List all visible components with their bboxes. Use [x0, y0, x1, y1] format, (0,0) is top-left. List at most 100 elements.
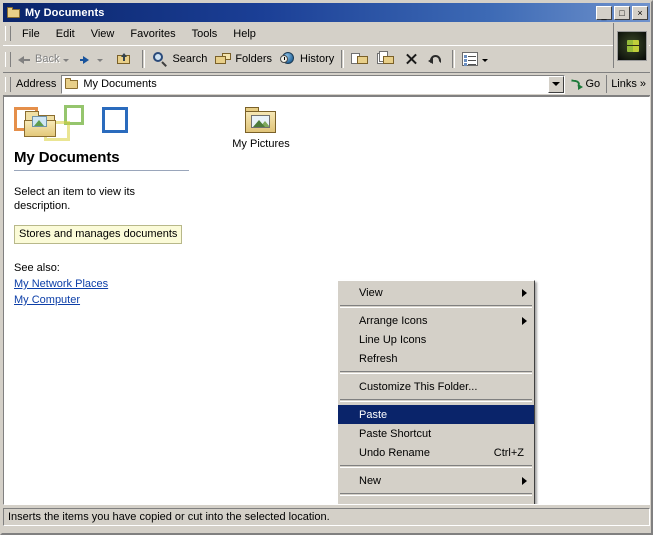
context-menu-item-properties[interactable]: Properties	[338, 499, 534, 505]
undo-button[interactable]	[423, 48, 449, 70]
context-menu-item-label: Paste Shortcut	[359, 427, 432, 440]
context-menu-item-label: Undo Rename	[359, 446, 430, 459]
context-menu-item-label: Line Up Icons	[359, 333, 427, 346]
history-label: History	[300, 53, 335, 65]
views-icon	[462, 52, 479, 66]
search-icon	[152, 51, 169, 67]
my-documents-banner-icon	[14, 105, 132, 145]
list-item-label: My Pictures	[232, 138, 290, 150]
context-menu-item-paste[interactable]: Paste	[338, 405, 534, 424]
panel-divider	[14, 170, 189, 171]
status-text: Inserts the items you have copied or cut…	[3, 508, 650, 526]
go-label: Go	[585, 78, 601, 90]
address-input[interactable]: My Documents	[61, 74, 565, 94]
delete-button[interactable]	[399, 48, 423, 70]
history-icon	[280, 51, 297, 67]
title-bar[interactable]: My Documents _ □ ×	[3, 3, 650, 22]
window-controls: _ □ ×	[596, 5, 648, 20]
chevron-down-icon	[551, 82, 560, 86]
address-dropdown-button[interactable]	[547, 75, 564, 93]
info-panel: My Documents Select an item to view its …	[4, 97, 204, 504]
go-button[interactable]: Go	[565, 77, 607, 91]
search-button[interactable]: Search	[148, 48, 211, 70]
context-menu-item-view[interactable]: View	[338, 283, 534, 302]
toolbar: Back Search Folders History	[3, 23, 650, 73]
forward-button[interactable]	[75, 48, 109, 70]
address-value: My Documents	[83, 78, 157, 90]
toolbar-grip[interactable]	[5, 51, 11, 67]
menu-item-edit[interactable]: Edit	[48, 25, 83, 43]
search-label: Search	[172, 53, 208, 65]
menu-item-tools[interactable]: Tools	[184, 25, 226, 43]
move-to-button[interactable]	[347, 48, 373, 70]
context-menu-item-label: Refresh	[359, 352, 398, 365]
pictures-folder-icon	[244, 105, 278, 135]
context-menu[interactable]: View Arrange Icons Line Up Icons Refresh…	[337, 280, 535, 505]
explorer-window: My Documents _ □ × File Edit View Favori…	[0, 0, 653, 535]
context-menu-item-label: Paste	[359, 408, 388, 421]
copy-to-icon	[377, 51, 395, 67]
submenu-arrow-icon	[522, 476, 527, 485]
menu-bar: File Edit View Favorites Tools Help	[3, 23, 650, 45]
minimize-button[interactable]: _	[596, 5, 612, 20]
folder-icon	[64, 77, 80, 91]
address-grip[interactable]	[5, 76, 11, 92]
context-menu-separator	[340, 305, 532, 308]
toolbar-separator	[341, 50, 345, 68]
chevron-down-icon[interactable]	[482, 58, 489, 62]
arrow-right-icon	[79, 53, 93, 65]
chevron-down-icon[interactable]	[97, 58, 104, 62]
history-button[interactable]: History	[276, 48, 338, 70]
links-label: Links	[611, 78, 637, 90]
menu-item-help[interactable]: Help	[225, 25, 264, 43]
window-title: My Documents	[25, 6, 105, 19]
menu-item-file[interactable]: File	[14, 25, 48, 43]
status-bar: Inserts the items you have copied or cut…	[3, 507, 650, 527]
context-menu-item-label: Properties	[359, 503, 409, 505]
toolbar-separator	[452, 50, 456, 68]
links-button[interactable]: Links »	[606, 75, 650, 93]
views-button[interactable]	[458, 48, 494, 70]
context-menu-item-label: Customize This Folder...	[359, 380, 478, 393]
menu-item-view[interactable]: View	[83, 25, 123, 43]
link-my-computer[interactable]: My Computer	[14, 294, 80, 306]
folders-icon	[215, 52, 232, 67]
context-menu-item-label: New	[359, 474, 382, 487]
address-bar: Address My Documents Go Links »	[3, 73, 650, 96]
panel-tooltip: Stores and manages documents	[14, 225, 183, 244]
list-item[interactable]: My Pictures	[220, 105, 302, 151]
panel-description: Select an item to view its description.	[14, 186, 136, 212]
up-button[interactable]	[109, 48, 139, 70]
close-icon: ×	[637, 7, 643, 18]
context-menu-item-refresh[interactable]: Refresh	[338, 349, 534, 368]
copy-to-button[interactable]	[373, 48, 399, 70]
toolbar-separator	[142, 50, 146, 68]
windows-logo-animation	[613, 23, 649, 68]
context-menu-item-new[interactable]: New	[338, 471, 534, 490]
context-menu-item-label: Arrange Icons	[359, 314, 428, 327]
context-menu-item-arrange-icons[interactable]: Arrange Icons	[338, 311, 534, 330]
menu-item-favorites[interactable]: Favorites	[122, 25, 183, 43]
chevron-double-right-icon: »	[639, 78, 646, 90]
back-button[interactable]: Back	[14, 48, 75, 70]
context-menu-separator	[340, 399, 532, 402]
maximize-button[interactable]: □	[614, 5, 630, 20]
context-menu-item-customize-this-folder[interactable]: Customize This Folder...	[338, 377, 534, 396]
chevron-down-icon[interactable]	[63, 58, 70, 62]
close-button[interactable]: ×	[632, 5, 648, 20]
context-menu-item-paste-shortcut[interactable]: Paste Shortcut	[338, 424, 534, 443]
context-menu-item-shortcut: Ctrl+Z	[493, 446, 524, 459]
address-label: Address	[16, 78, 57, 90]
context-menu-item-undo-rename[interactable]: Undo Rename Ctrl+Z	[338, 443, 534, 462]
back-label: Back	[35, 53, 60, 65]
link-my-network-places[interactable]: My Network Places	[14, 278, 108, 290]
folders-button[interactable]: Folders	[211, 48, 276, 70]
submenu-arrow-icon	[522, 316, 527, 325]
go-arrow-icon	[570, 77, 584, 91]
windows-flag-icon	[626, 39, 639, 52]
folder-up-icon	[113, 48, 136, 70]
page-title: My Documents	[14, 149, 120, 166]
context-menu-item-line-up-icons[interactable]: Line Up Icons	[338, 330, 534, 349]
minimize-icon: _	[601, 9, 607, 20]
menu-grip[interactable]	[5, 26, 11, 41]
